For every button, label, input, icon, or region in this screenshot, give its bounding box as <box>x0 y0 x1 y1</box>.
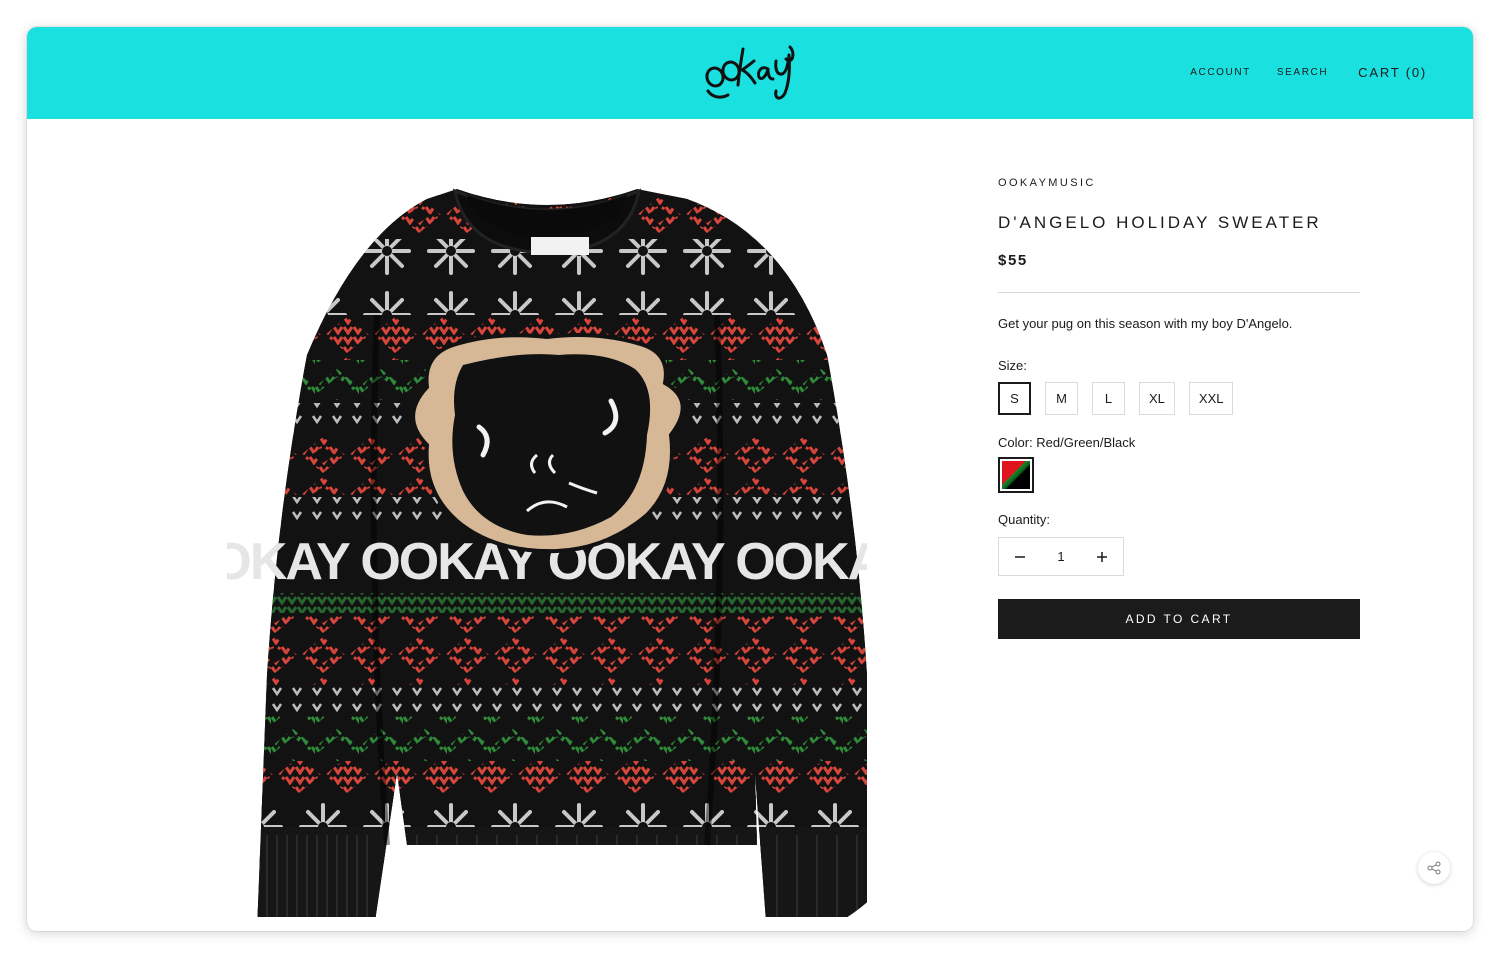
share-button[interactable] <box>1418 852 1450 884</box>
color-swatch-fill <box>1002 461 1030 489</box>
quantity-label: Quantity: <box>998 512 1051 527</box>
color-swatch-red-green-black[interactable] <box>998 457 1034 493</box>
color-label: Color: Red/Green/Black <box>998 435 1136 450</box>
size-option-xxl[interactable]: XXL <box>1188 382 1234 415</box>
product-description: Get your pug on this season with my boy … <box>998 316 1293 331</box>
quantity-value[interactable]: 1 <box>1041 549 1081 564</box>
search-link[interactable]: Search <box>1277 67 1328 78</box>
header-nav: Account Search Cart (0) <box>1190 65 1427 80</box>
cart-link[interactable]: Cart (0) <box>1358 65 1427 80</box>
site-header: Account Search Cart (0) <box>27 27 1473 119</box>
quantity-increase-button[interactable] <box>1081 538 1123 575</box>
quantity-stepper: 1 <box>998 537 1124 576</box>
minus-icon <box>1015 555 1025 558</box>
product-image[interactable]: OOKAY OOKAY OOKAY OOKAY O <box>227 155 867 917</box>
browser-window: Account Search Cart (0) <box>27 27 1473 931</box>
size-option-l[interactable]: L <box>1092 382 1125 415</box>
size-option-m[interactable]: M <box>1045 382 1078 415</box>
plus-icon <box>1097 551 1107 562</box>
product-price: $55 <box>998 252 1028 269</box>
ookay-logo[interactable] <box>702 39 802 105</box>
account-link[interactable]: Account <box>1190 67 1251 78</box>
product-info: ookaymusic D'Angelo Holiday Sweater $55 … <box>998 177 1360 639</box>
size-selector: S M L XL XXL <box>998 382 1360 415</box>
share-icon <box>1427 861 1441 875</box>
pug-graphic <box>411 333 685 554</box>
product-title: D'Angelo Holiday Sweater <box>998 213 1322 232</box>
quantity-decrease-button[interactable] <box>999 538 1041 575</box>
add-to-cart-button[interactable]: Add to cart <box>998 599 1360 639</box>
product-vendor[interactable]: ookaymusic <box>998 177 1360 189</box>
size-option-xl[interactable]: XL <box>1139 382 1175 415</box>
size-option-s[interactable]: S <box>998 382 1031 415</box>
size-label: Size: <box>998 358 1027 373</box>
divider <box>998 292 1360 293</box>
